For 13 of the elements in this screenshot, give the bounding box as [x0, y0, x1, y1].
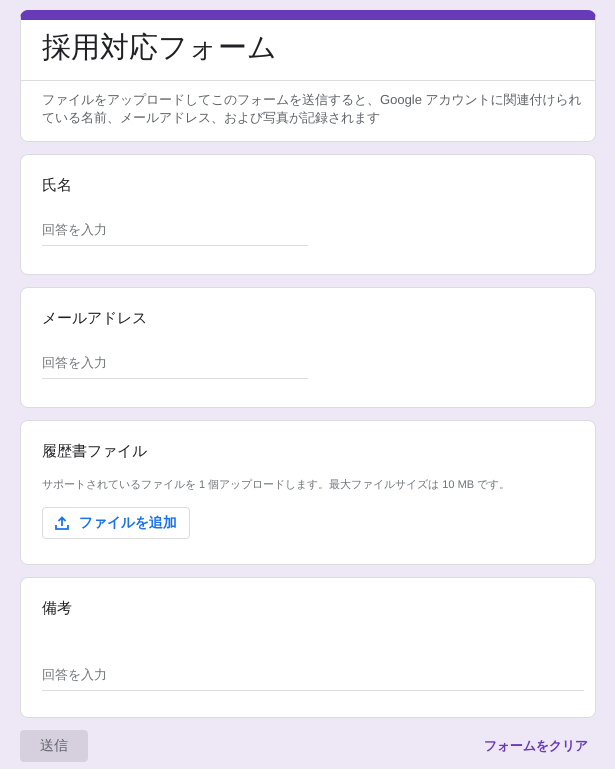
answer-field[interactable]: 回答を入力: [42, 347, 308, 379]
add-file-button[interactable]: ファイルを追加: [42, 507, 190, 539]
clear-form-link[interactable]: フォームをクリア: [476, 730, 596, 762]
upload-hint: サポートされているファイルを 1 個アップロードします。最大ファイルサイズは 10 MB です。: [42, 478, 510, 493]
answer-field[interactable]: 回答を入力: [42, 214, 308, 246]
question-label: 履歴書ファイル: [42, 442, 147, 462]
question-label: 備考: [42, 599, 72, 619]
form-title: 採用対応フォーム: [42, 31, 277, 66]
form-description: ファイルをアップロードしてこのフォームを送信すると、Google アカウントに関連付けられている名前、メールアドレス、および写真が記録されます: [41, 91, 583, 126]
answer-field[interactable]: 回答を入力: [42, 659, 584, 691]
question-label: メールアドレス: [42, 309, 147, 329]
question-label: 氏名: [42, 176, 72, 196]
upload-icon: [55, 516, 69, 530]
